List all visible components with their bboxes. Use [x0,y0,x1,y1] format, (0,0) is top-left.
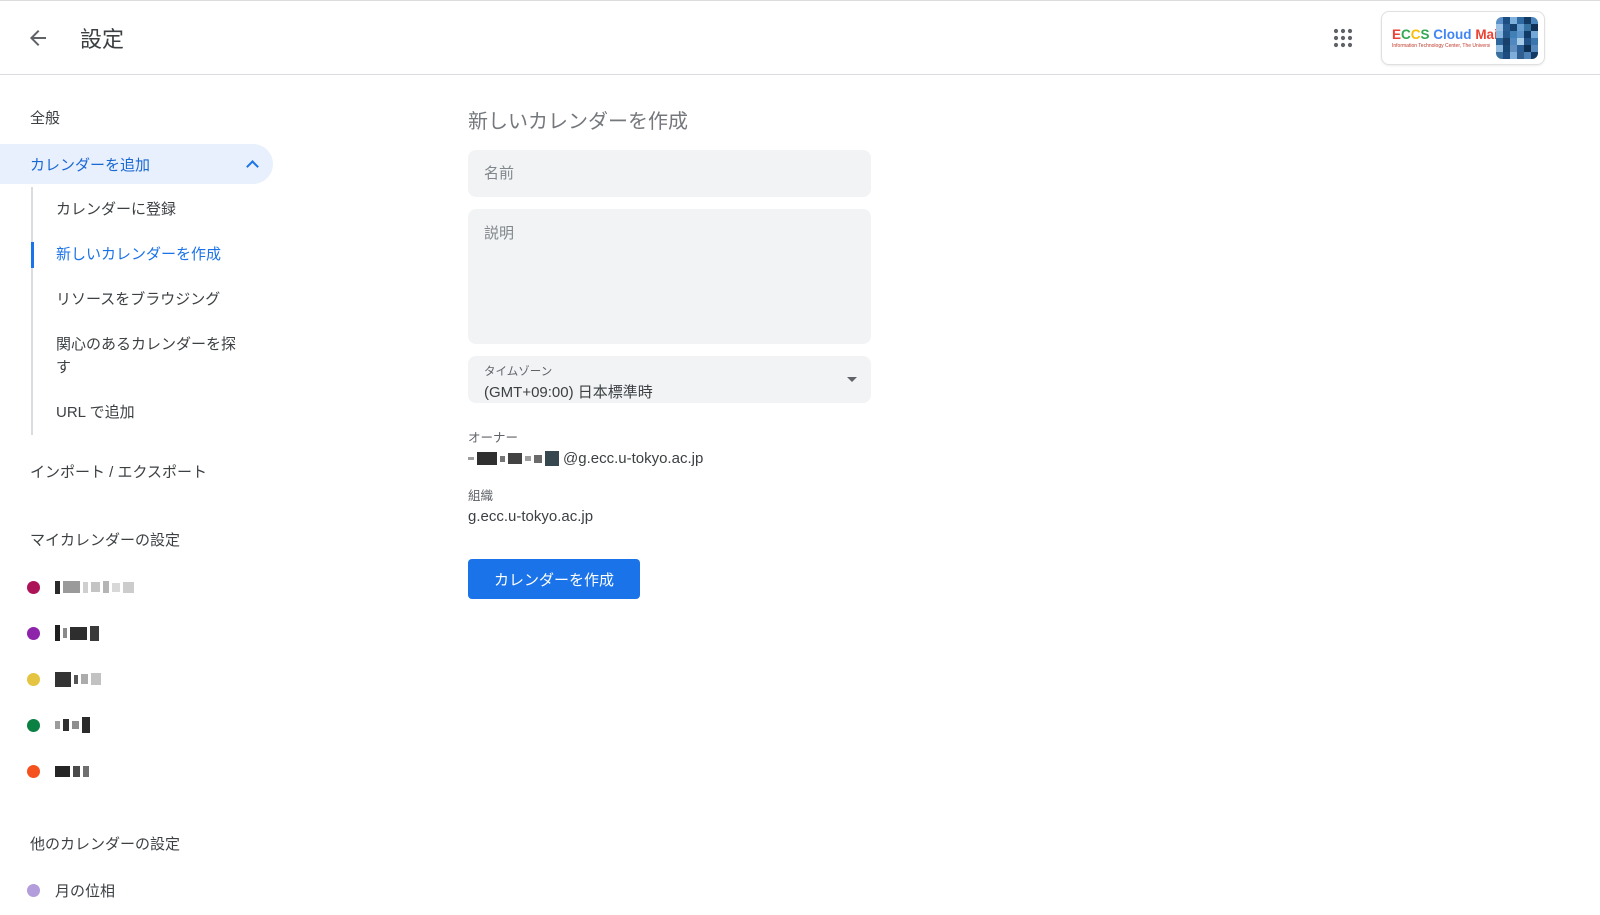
redacted-calendar-name [55,672,104,687]
panel-heading: 新しいカレンダーを作成 [468,105,1600,134]
logo-letter: S [1421,27,1430,42]
calendar-row[interactable] [0,610,440,656]
page-title: 設定 [80,22,124,54]
sidebar-item-add-calendar[interactable]: カレンダーを追加 [0,144,273,184]
calendar-description-input[interactable] [468,209,871,344]
logo-letter: C [1411,27,1421,42]
organization-label: 組織 [468,485,1600,504]
account-badge[interactable]: ECCS Cloud Mail Information Technology C… [1381,11,1545,65]
calendar-row[interactable]: 月の位相 [0,867,440,913]
logo-letter: E [1392,27,1401,42]
calendar-row[interactable] [0,656,440,702]
owner-label: オーナー [468,427,1600,446]
create-calendar-panel: 新しいカレンダーを作成 タイムゾーン (GMT+09:00) 日本標準時 オーナ… [440,75,1600,915]
logo-letter: Cloud [1433,27,1471,42]
logo-subtext: Information Technology Center, The Unive… [1392,43,1490,49]
other-calendars-list: 月の位相 [0,867,440,913]
dropdown-caret-icon [847,377,857,382]
back-button[interactable] [18,18,58,58]
redacted-calendar-name [55,625,102,641]
calendar-row[interactable] [0,564,440,610]
apps-grid-button[interactable] [1323,18,1363,58]
calendar-name-input[interactable] [468,150,871,197]
settings-sidebar: 全般 カレンダーを追加 カレンダーに登録新しいカレンダーを作成リソースをブラウジ… [0,75,440,915]
owner-email-suffix: @g.ecc.u-tokyo.ac.jp [563,450,703,467]
calendar-row[interactable] [0,702,440,748]
other-calendars-heading: 他のカレンダーの設定 [0,823,440,863]
logo-letter: C [1401,27,1411,42]
sidebar-subitem-3[interactable]: 関心のあるカレンダーを探す [33,322,243,390]
my-calendars-list [0,564,440,794]
sidebar-subitem-2[interactable]: リソースをブラウジング [33,277,243,322]
calendar-color-dot [27,581,40,594]
timezone-value: (GMT+09:00) 日本標準時 [484,381,855,402]
sidebar-subitem-4[interactable]: URL で追加 [33,390,243,435]
owner-redacted-segment [468,451,562,466]
calendar-color-dot [27,765,40,778]
calendar-name: 月の位相 [55,880,115,901]
redacted-calendar-name [55,766,92,777]
owner-value: @g.ecc.u-tokyo.ac.jp [468,450,1600,467]
redacted-calendar-name [55,717,93,733]
calendar-color-dot [27,627,40,640]
apps-grid-icon [1331,26,1355,50]
calendar-color-dot [27,884,40,897]
back-arrow-icon [26,26,50,50]
add-calendar-label: カレンダーを追加 [30,154,150,175]
calendar-color-dot [27,719,40,732]
sidebar-item-import-export[interactable]: インポート / エクスポート [0,449,440,493]
chevron-up-icon [246,160,259,173]
timezone-select[interactable]: タイムゾーン (GMT+09:00) 日本標準時 [468,356,871,403]
calendar-row[interactable] [0,748,440,794]
sidebar-item-general[interactable]: 全般 [0,95,440,139]
timezone-label: タイムゾーン [484,363,855,379]
logo-wordmark: ECCS Cloud Mail [1392,27,1490,42]
avatar[interactable] [1496,17,1538,59]
organization-value: g.ecc.u-tokyo.ac.jp [468,508,1600,525]
add-calendar-sublist: カレンダーに登録新しいカレンダーを作成リソースをブラウジング関心のあるカレンダー… [31,187,243,435]
calendar-color-dot [27,673,40,686]
redacted-calendar-name [55,581,137,594]
my-calendars-heading: マイカレンダーの設定 [0,519,440,559]
create-calendar-button[interactable]: カレンダーを作成 [468,559,640,599]
sidebar-subitem-1[interactable]: 新しいカレンダーを作成 [33,232,243,277]
eccs-cloud-mail-logo: ECCS Cloud Mail Information Technology C… [1392,27,1490,49]
sidebar-subitem-0[interactable]: カレンダーに登録 [33,187,243,232]
top-app-bar: 設定 ECCS Cloud Mail Information Technolog… [0,1,1600,75]
